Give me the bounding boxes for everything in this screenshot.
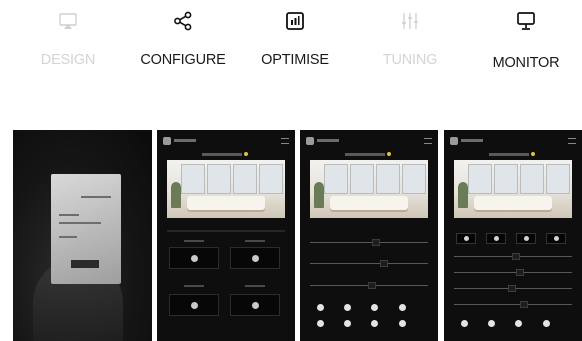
control-tile[interactable] bbox=[546, 233, 566, 244]
scene-button[interactable] bbox=[344, 304, 351, 311]
menu-icon[interactable] bbox=[424, 138, 432, 144]
scene-button[interactable] bbox=[515, 320, 522, 327]
room-image bbox=[454, 160, 572, 218]
logo-icon bbox=[306, 137, 314, 145]
nav-item-configure[interactable]: CONFIGURE bbox=[128, 8, 238, 72]
sliders-icon bbox=[402, 13, 418, 29]
scene-button[interactable] bbox=[399, 304, 406, 311]
nav-item-design[interactable]: DESIGN bbox=[13, 8, 123, 72]
control-tile[interactable] bbox=[169, 294, 219, 316]
zone-selector[interactable] bbox=[202, 152, 248, 156]
room-image bbox=[167, 160, 285, 218]
control-tile[interactable] bbox=[486, 233, 506, 244]
scene-button[interactable] bbox=[317, 304, 324, 311]
share-nodes-icon bbox=[174, 11, 192, 31]
menu-icon[interactable] bbox=[568, 138, 576, 144]
zone-selector[interactable] bbox=[345, 152, 391, 156]
nav-label-optimise: OPTIMISE bbox=[261, 52, 329, 68]
menu-icon[interactable] bbox=[281, 138, 289, 144]
control-tile[interactable] bbox=[230, 294, 280, 316]
nav-label-tuning: TUNING bbox=[382, 52, 438, 68]
scene-button[interactable] bbox=[317, 320, 324, 327]
card-image bbox=[51, 174, 121, 284]
slider[interactable] bbox=[310, 282, 428, 289]
slider[interactable] bbox=[454, 253, 572, 260]
slider[interactable] bbox=[454, 301, 572, 308]
nav-label-configure: CONFIGURE bbox=[140, 52, 226, 68]
nav-label-design: DESIGN bbox=[40, 52, 96, 68]
cast-icon bbox=[59, 13, 77, 29]
monitor-icon bbox=[517, 12, 535, 30]
scene-button[interactable] bbox=[461, 320, 468, 327]
logo-icon bbox=[163, 137, 171, 145]
control-tile[interactable] bbox=[169, 247, 219, 269]
slider[interactable] bbox=[454, 285, 572, 292]
bar-chart-square-icon bbox=[286, 12, 304, 30]
slider[interactable] bbox=[310, 260, 428, 267]
scene-button[interactable] bbox=[371, 320, 378, 327]
screens-row bbox=[0, 130, 582, 341]
top-nav: DESIGN CONFIGURE OPTIMISE TUNING MONITOR bbox=[0, 0, 582, 80]
scene-button[interactable] bbox=[371, 304, 378, 311]
nav-item-tuning[interactable]: TUNING bbox=[355, 8, 465, 72]
nav-label-monitor: MONITOR bbox=[492, 55, 560, 71]
scene-button[interactable] bbox=[543, 320, 550, 327]
scene-button[interactable] bbox=[399, 320, 406, 327]
app-screen-monitor bbox=[444, 130, 582, 341]
control-tile[interactable] bbox=[230, 247, 280, 269]
nav-item-optimise[interactable]: OPTIMISE bbox=[240, 8, 350, 72]
control-tile[interactable] bbox=[516, 233, 536, 244]
nav-item-monitor[interactable]: MONITOR bbox=[471, 8, 581, 72]
scene-button[interactable] bbox=[344, 320, 351, 327]
slider[interactable] bbox=[310, 239, 428, 246]
app-screen-tuning bbox=[300, 130, 438, 341]
app-screen-configure bbox=[157, 130, 295, 341]
control-tile[interactable] bbox=[456, 233, 476, 244]
zone-selector[interactable] bbox=[489, 152, 535, 156]
photo-hand-card bbox=[13, 130, 152, 341]
room-image bbox=[310, 160, 428, 218]
slider[interactable] bbox=[454, 269, 572, 276]
logo-icon bbox=[450, 137, 458, 145]
scene-button[interactable] bbox=[488, 320, 495, 327]
